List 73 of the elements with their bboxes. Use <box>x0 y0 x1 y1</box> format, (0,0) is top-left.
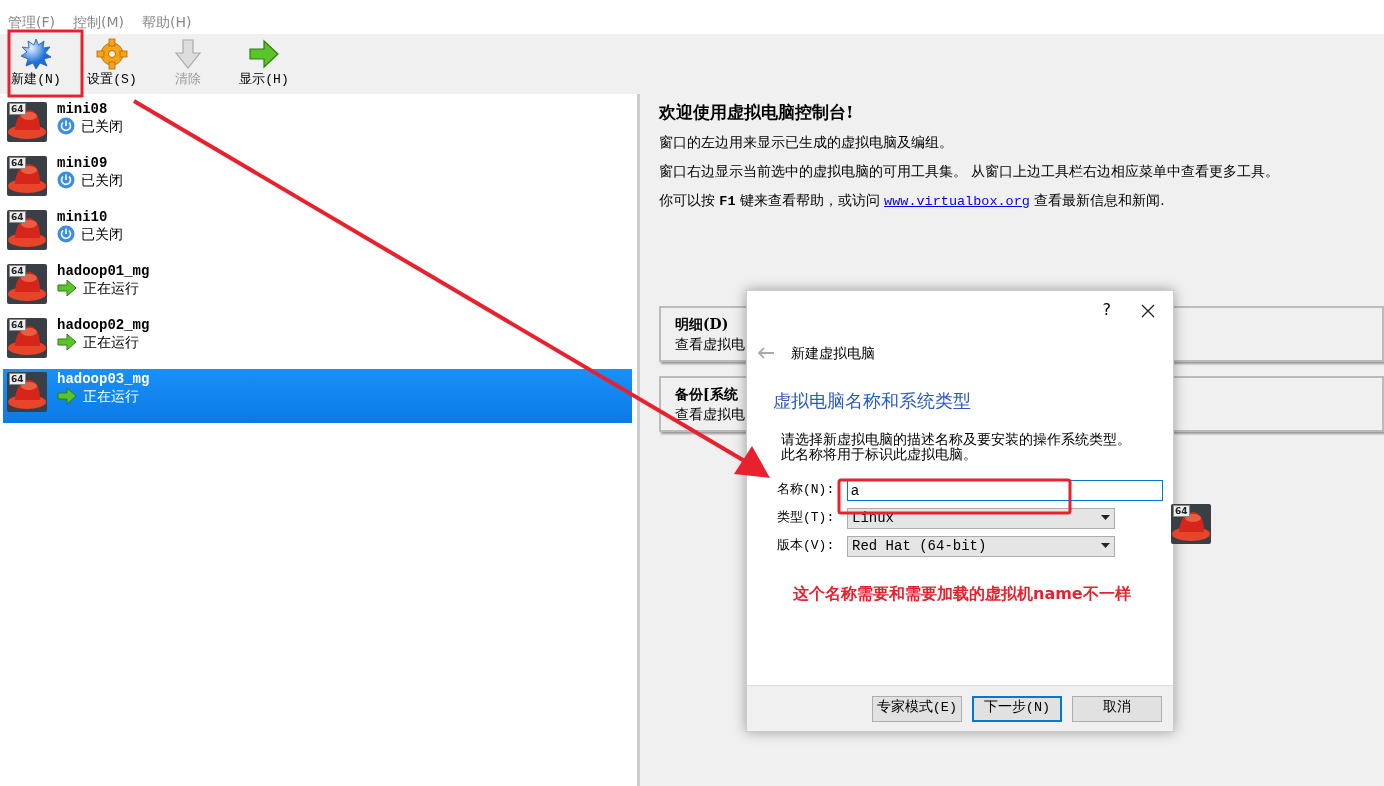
menu-item[interactable]: 管理(F) <box>8 10 55 34</box>
arch-label: 64 <box>9 265 26 277</box>
hat-icon <box>1171 504 1211 544</box>
vm-list-item[interactable]: 64 hadoop03_mg 正在运行 <box>3 369 632 423</box>
vm-name: mini09 <box>57 156 109 171</box>
power-icon <box>57 117 75 135</box>
vm-list-item[interactable]: 64 hadoop02_mg 正在运行 <box>3 315 632 369</box>
tool-title: 备份[系统 <box>675 385 738 405</box>
vm-name: mini08 <box>57 102 109 117</box>
right-arrow-icon <box>57 279 77 297</box>
menu-item[interactable]: 控制(M) <box>73 10 124 34</box>
arch-label: 64 <box>9 157 26 169</box>
field-label: 类型(T): <box>777 509 836 528</box>
dialog-button[interactable]: 取消 <box>1072 695 1162 722</box>
hat-icon <box>7 264 47 304</box>
vm-name: mini10 <box>57 210 109 225</box>
select-field[interactable]: Red Hat (64-bit) <box>847 535 1115 557</box>
vm-list-item[interactable]: 64 mini10 已关闭 <box>3 207 632 261</box>
vm-status: 已关闭 <box>81 118 123 134</box>
gear-icon <box>96 38 128 70</box>
starburst-icon <box>20 38 52 70</box>
arch-label: 64 <box>9 103 26 115</box>
dialog-button[interactable]: 下一步(N) <box>972 695 1062 722</box>
hat-icon <box>7 156 47 196</box>
vm-list-item[interactable]: 64 mini09 已关闭 <box>3 153 632 207</box>
toolbar-button[interactable]: 显示(H) <box>236 38 292 90</box>
vm-list-item[interactable]: 64 hadoop01_mg 正在运行 <box>3 261 632 315</box>
hat-icon <box>7 318 47 358</box>
vm-status: 正在运行 <box>83 334 139 350</box>
field-label: 版本(V): <box>777 537 836 556</box>
welcome-title: 欢迎使用虚拟电脑控制台! <box>659 102 855 123</box>
section-heading: 虚拟电脑名称和系统类型 <box>773 389 972 413</box>
tool-title: 明细(D) <box>675 315 729 335</box>
vm-name: hadoop01_mg <box>57 264 150 279</box>
welcome-text: 窗口右边显示当前选中的虚拟电脑的可用工具集。 从窗口上边工具栏右边相应菜单中查看更多工具。 <box>659 162 1281 182</box>
arch-label: 64 <box>9 211 26 223</box>
tool-description: 查看虚拟电 <box>675 405 745 425</box>
caret-icon <box>1101 515 1110 521</box>
dialog-description: 请选择新虚拟电脑的描述名称及要安装的操作系统类型。 此名称将用于标识此虚拟电脑。 <box>781 432 1132 462</box>
select-field[interactable]: Linux <box>847 507 1115 529</box>
close-icon[interactable] <box>1141 303 1155 318</box>
down-arrow-icon <box>172 38 204 70</box>
website-link[interactable]: www.virtualbox.org <box>884 194 1030 210</box>
vm-status: 已关闭 <box>81 172 123 188</box>
annotation-text: 这个名称需要和需要加载的虚拟机name不一样 <box>793 583 1132 605</box>
vm-status: 正在运行 <box>83 280 139 296</box>
field-label: 名称(N): <box>777 481 836 500</box>
vm-name: hadoop03_mg <box>57 372 150 387</box>
arch-label: 64 <box>9 319 26 331</box>
welcome-text: 你可以按 F1 键来查看帮助，或访问 www.virtualbox.org 查看最新信息和新闻. <box>659 191 1166 212</box>
help-button[interactable]: ? <box>1102 298 1111 322</box>
hat-icon <box>7 210 47 250</box>
right-arrow-icon <box>248 38 280 70</box>
power-icon <box>57 225 75 243</box>
vm-list-item[interactable]: 64 mini08 已关闭 <box>3 99 632 153</box>
vm-name: hadoop02_mg <box>57 318 150 333</box>
hat-icon <box>7 102 47 142</box>
toolbar-button[interactable]: 设置(S) <box>84 38 140 90</box>
power-icon <box>57 171 75 189</box>
toolbar-button[interactable]: 新建(N) <box>8 38 64 90</box>
caret-icon <box>1101 543 1110 549</box>
welcome-text: 窗口的左边用来显示已生成的虚拟电脑及编组。 <box>659 133 954 153</box>
right-arrow-icon <box>57 333 77 351</box>
hat-icon <box>7 372 47 412</box>
menu-item[interactable]: 帮助(H) <box>142 10 192 34</box>
arch-label: 64 <box>1173 505 1190 517</box>
vm-status: 已关闭 <box>81 226 123 242</box>
tool-description: 查看虚拟电 <box>675 335 745 355</box>
dialog-title: 新建虚拟电脑 <box>791 343 875 363</box>
right-arrow-icon <box>57 387 77 405</box>
dialog-button[interactable]: 专家模式(E) <box>871 695 962 722</box>
arch-label: 64 <box>9 373 26 385</box>
vm-status: 正在运行 <box>83 388 139 404</box>
